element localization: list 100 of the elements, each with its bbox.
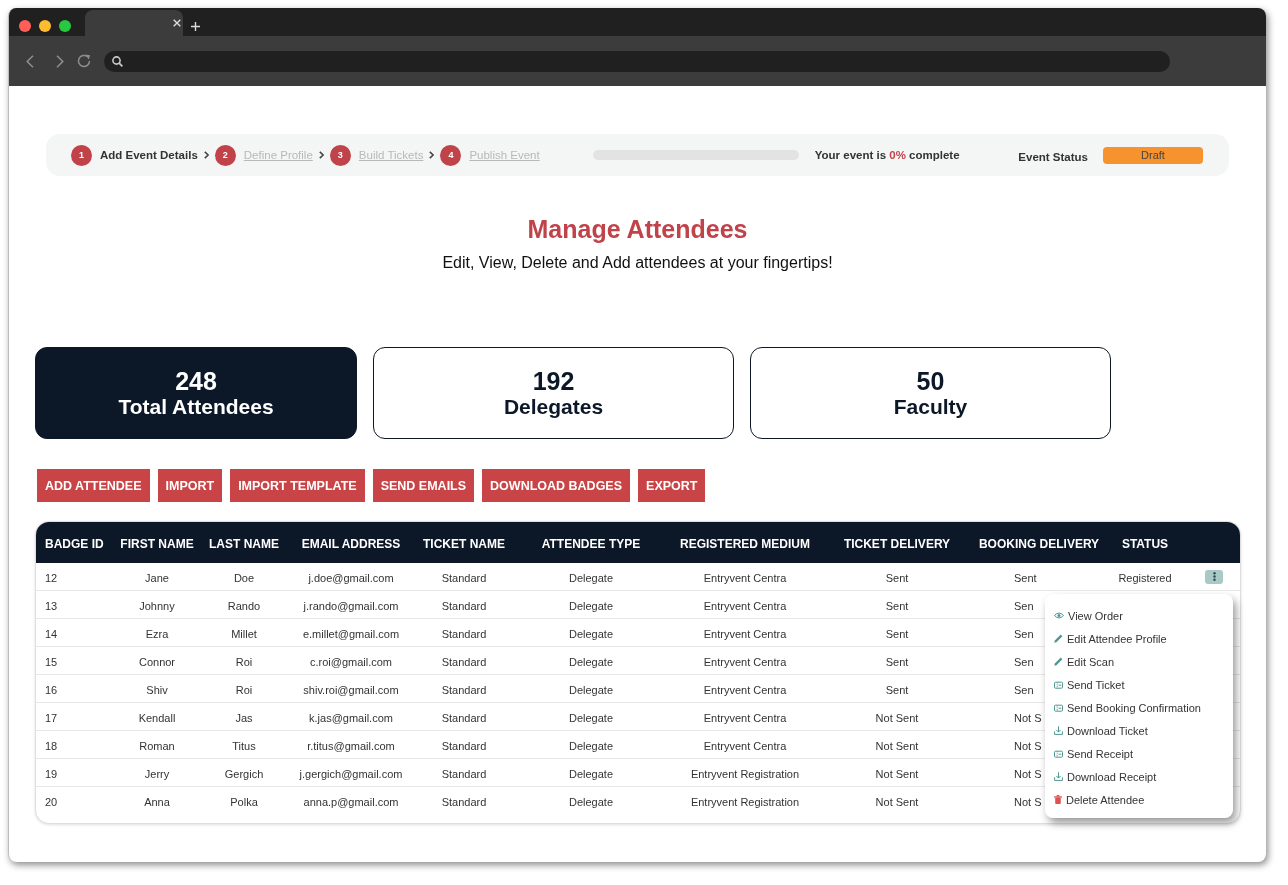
menu-item[interactable]: Edit Attendee Profile (1054, 627, 1167, 650)
menu-item[interactable]: Delete Attendee (1054, 788, 1145, 811)
table-cell: Sent (885, 571, 909, 584)
table-cell: Entryvent Centra (703, 599, 787, 612)
pencil-icon (1054, 634, 1063, 643)
table-cell: Sent (885, 655, 909, 668)
menu-item[interactable]: View Order (1054, 604, 1123, 627)
table-cell: Standard (441, 599, 487, 612)
table-cell: Not Sent (875, 796, 919, 808)
ticket-icon (1054, 749, 1063, 758)
close-window-icon[interactable] (19, 20, 31, 32)
menu-item[interactable]: Download Receipt (1054, 765, 1157, 788)
action-button[interactable]: DOWNLOAD BADGES (482, 469, 631, 502)
menu-item[interactable]: Send Ticket (1054, 673, 1125, 696)
action-button[interactable]: IMPORT (157, 469, 223, 502)
chevron-icon (318, 151, 324, 159)
table-cell: Roi (235, 683, 253, 696)
download-icon (1054, 726, 1063, 735)
chevron-icon (203, 151, 209, 159)
table-cell: e.millet@gmail.com (302, 627, 400, 640)
menu-item[interactable]: Edit Scan (1054, 650, 1115, 673)
menu-item[interactable]: Send Receipt (1054, 742, 1134, 765)
pencil-icon (1054, 657, 1063, 666)
table-cell: j.doe@gmail.com (308, 571, 394, 584)
stat-card[interactable]: 192 Delegates (373, 347, 734, 439)
stat-value: 50 (916, 367, 945, 395)
stat-value: 192 (532, 367, 575, 395)
table-cell: Not S (1014, 739, 1042, 752)
table-cell: 14 (45, 627, 58, 640)
table-cell: 15 (45, 655, 58, 668)
table-cell: Roman (139, 739, 175, 752)
table-cell: Not S (1014, 711, 1042, 724)
table-cell: Standard (441, 571, 487, 584)
minimize-window-icon[interactable] (39, 20, 51, 32)
stat-label: Delegates (503, 395, 604, 419)
table-cell: Kendall (138, 711, 176, 724)
step-label[interactable]: Add Event Details (100, 149, 198, 161)
page-title: Manage Attendees (527, 214, 748, 244)
table-cell: Ezra (145, 627, 169, 640)
ticket-icon (1054, 703, 1063, 712)
table-cell: Standard (441, 739, 487, 752)
stat-value: 248 (175, 367, 217, 395)
step-number: 2 (214, 144, 236, 166)
menu-item[interactable]: Download Ticket (1054, 719, 1148, 742)
step-number: 3 (329, 144, 351, 166)
table-cell: Gergich (224, 767, 264, 780)
table-cell: Sent (1014, 571, 1037, 584)
column-header: STATUS (1121, 536, 1169, 551)
table-cell: Delegate (568, 683, 613, 696)
table-cell: Not S (1014, 767, 1042, 780)
step-number: 1 (71, 144, 92, 166)
maximize-window-icon[interactable] (59, 20, 71, 32)
table-cell: Sen (1014, 655, 1034, 668)
table-cell: Registered (1118, 571, 1172, 584)
table-cell: anna.p@gmail.com (303, 796, 399, 808)
table-cell: c.roi@gmail.com (309, 655, 393, 668)
action-button[interactable]: SEND EMAILS (372, 469, 475, 502)
table-cell: Delegate (568, 767, 613, 780)
table-cell: Millet (231, 627, 257, 640)
action-button[interactable]: IMPORT TEMPLATE (230, 469, 365, 502)
table-cell: Not S (1014, 796, 1042, 808)
menu-item[interactable]: Send Booking Confirmation (1054, 696, 1201, 719)
stat-card[interactable]: 248 Total Attendees (35, 347, 357, 439)
table-cell: k.jas@gmail.com (309, 711, 393, 724)
table-cell: Delegate (568, 655, 613, 668)
table-cell: Delegate (568, 711, 613, 724)
table-cell: 19 (45, 767, 58, 780)
table-cell: Entryvent Centra (703, 627, 787, 640)
chevron-left-icon[interactable] (26, 54, 34, 68)
column-header: TICKET NAME (423, 536, 505, 551)
column-header: TICKET DELIVERY (843, 536, 951, 551)
plus-icon[interactable] (191, 21, 200, 31)
more-button[interactable] (1205, 569, 1223, 584)
action-button[interactable]: EXPORT (638, 469, 706, 502)
table-cell: j.rando@gmail.com (303, 599, 399, 612)
table-cell: Rando (227, 599, 261, 612)
table-cell: Doe (233, 571, 255, 584)
event-status-label: Event Status (1018, 149, 1088, 163)
table-cell: Entryvent Centra (703, 683, 787, 696)
reload-icon[interactable] (77, 54, 91, 68)
table-cell: Johnny (139, 599, 175, 612)
event-status-badge: Draft (1103, 146, 1203, 164)
vertical-dots-icon (1212, 572, 1216, 581)
table-cell: Jerry (144, 767, 170, 780)
chevron-icon (429, 151, 435, 159)
table-cell: 12 (45, 571, 58, 584)
table-cell: 17 (45, 711, 58, 724)
stat-label: Total Attendees (118, 395, 274, 419)
stat-card[interactable]: 50 Faculty (750, 347, 1111, 439)
table-cell: Standard (441, 767, 487, 780)
chevron-right-icon[interactable] (56, 54, 64, 68)
column-header: BADGE ID (45, 536, 104, 551)
page-subtitle: Edit, View, Delete and Add attendees at your fingertips! (442, 253, 833, 273)
table-cell: Standard (441, 796, 487, 808)
eye-icon (1054, 612, 1064, 619)
action-button[interactable]: ADD ATTENDEE (37, 469, 150, 502)
table-cell: shiv.roi@gmail.com (303, 683, 399, 696)
close-icon[interactable] (173, 19, 181, 27)
table-cell: Standard (441, 627, 487, 640)
table-cell: Entryvent Centra (703, 739, 787, 752)
